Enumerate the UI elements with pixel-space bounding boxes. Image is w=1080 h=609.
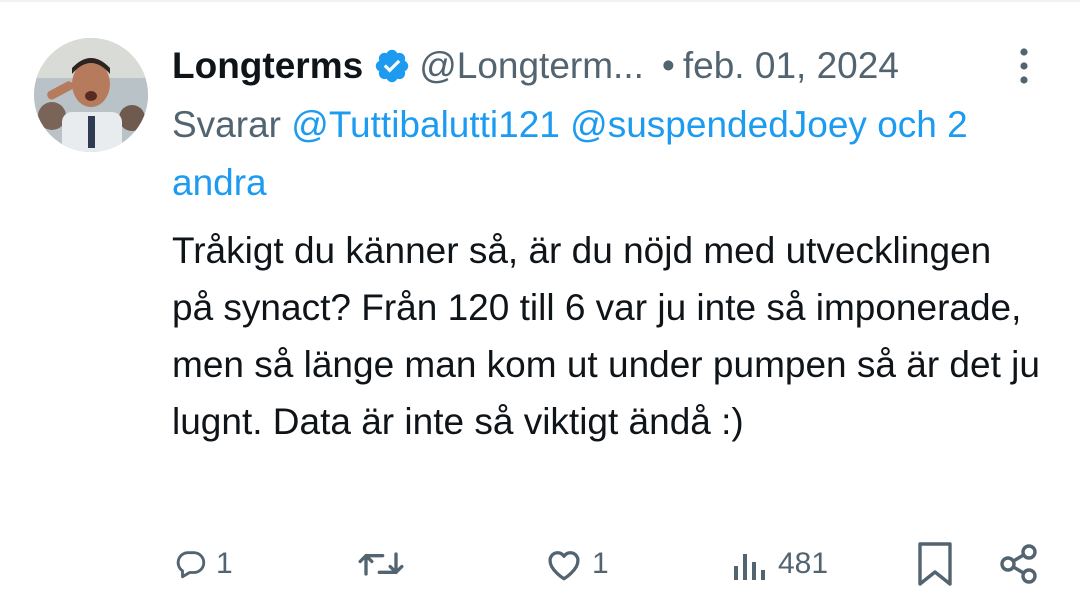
share-button[interactable] — [998, 534, 1040, 594]
verified-badge-icon — [373, 47, 411, 85]
reply-count: 1 — [216, 547, 233, 580]
reply-button[interactable]: 1 — [174, 534, 233, 594]
mention-suspendedjoey[interactable]: @suspendedJoey — [570, 104, 867, 145]
retweet-button[interactable] — [356, 534, 414, 594]
retweet-icon — [356, 547, 406, 581]
views-count: 481 — [778, 547, 829, 580]
more-vert-icon[interactable] — [1008, 44, 1040, 88]
author-handle[interactable]: @Longterm... — [419, 45, 644, 87]
share-icon — [998, 543, 1040, 585]
like-icon — [544, 546, 584, 582]
top-divider — [0, 0, 1080, 2]
avatar[interactable] — [34, 38, 148, 152]
mention-tuttibalutti121[interactable]: @Tuttibalutti121 — [291, 104, 560, 145]
bookmark-icon — [916, 541, 954, 587]
bookmark-button[interactable] — [916, 534, 954, 594]
views-button[interactable]: 481 — [732, 534, 828, 594]
reply-context: Svarar @Tuttibalutti121 @suspendedJoey o… — [172, 96, 1052, 212]
like-button[interactable]: 1 — [544, 534, 609, 594]
tweet-date[interactable]: feb. 01, 2024 — [683, 45, 899, 87]
like-count: 1 — [592, 547, 609, 580]
tweet-header: Longterms @Longterm... • feb. 01, 2024 — [172, 40, 1052, 92]
views-icon — [732, 546, 770, 582]
reply-prefix: Svarar — [172, 104, 281, 145]
author-display-name[interactable]: Longterms — [172, 45, 363, 87]
reply-icon — [174, 547, 208, 581]
tweet-text: Tråkigt du känner så, är du nöjd med utv… — [172, 230, 1040, 442]
action-bar: 1 1 481 — [0, 534, 1080, 594]
header-separator: • — [661, 45, 675, 86]
avatar-image — [34, 38, 148, 152]
